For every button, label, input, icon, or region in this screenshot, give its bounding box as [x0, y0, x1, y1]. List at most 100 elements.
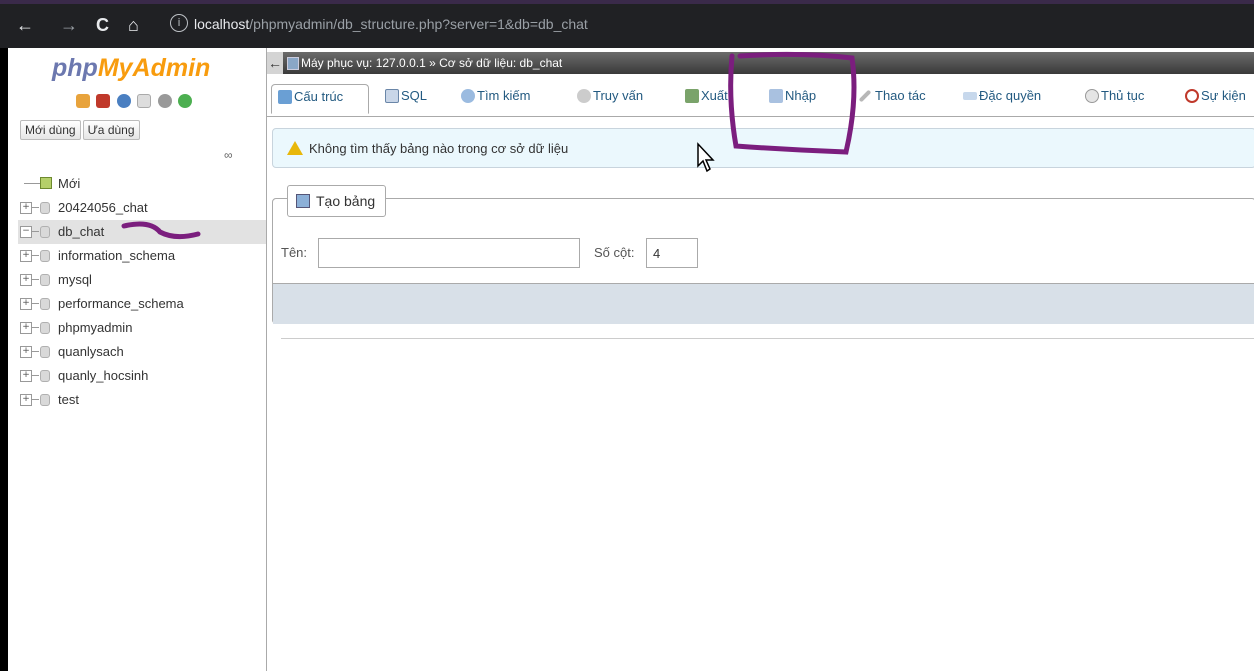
- expand-icon[interactable]: +: [20, 370, 32, 382]
- collapse-sidebar-icon[interactable]: ←: [267, 52, 283, 74]
- breadcrumb[interactable]: Máy phục vụ: 127.0.0.1 » Cơ sở dữ liệu: …: [301, 52, 562, 74]
- sql-icon: [385, 89, 399, 103]
- create-table-fieldset: Tên: Số cột: Tạo bảng: [272, 185, 1254, 324]
- tree-connector: [31, 255, 39, 256]
- help-icon[interactable]: [116, 93, 131, 108]
- main-panel: ← Máy phục vụ: 127.0.0.1 » Cơ sở dữ liệu…: [267, 48, 1254, 671]
- site-info-icon[interactable]: i: [170, 14, 188, 32]
- tree-connector: [31, 351, 39, 352]
- expand-icon[interactable]: +: [20, 274, 32, 286]
- url-text: localhost/phpmyadmin/db_structure.php?se…: [194, 14, 588, 34]
- clock-icon: [1185, 89, 1199, 103]
- gear-icon[interactable]: [157, 93, 172, 108]
- wrench-icon: [858, 89, 872, 103]
- routines-icon: [1085, 89, 1099, 103]
- tree-connector: [31, 327, 39, 328]
- expand-icon[interactable]: +: [20, 346, 32, 358]
- tab-label: Đặc quyền: [979, 88, 1042, 103]
- expand-icon[interactable]: +: [20, 322, 32, 334]
- reload-icon[interactable]: C: [96, 15, 109, 35]
- tab-label: Thủ tục: [1101, 88, 1145, 103]
- tree-item-label: information_schema: [58, 248, 176, 263]
- recent-favorite-tabs: Mới dùng Ưa dùng: [20, 120, 142, 140]
- tree-connector: [31, 399, 39, 400]
- tree-connector: [31, 375, 39, 376]
- collapse-icon[interactable]: −: [20, 226, 32, 238]
- favorite-tables-button[interactable]: Ưa dùng: [82, 120, 140, 140]
- database-icon: [40, 298, 50, 310]
- window-accent-bar: [0, 0, 1254, 4]
- tree-connector: [24, 183, 40, 184]
- database-tree: Mới + 20424056_chat − db_chat + informat…: [18, 172, 266, 412]
- tree-item-database[interactable]: + quanlysach: [18, 340, 266, 364]
- tab-sql[interactable]: SQL: [379, 84, 449, 114]
- tree-item-database-selected[interactable]: − db_chat: [18, 220, 266, 244]
- browser-toolbar: ← → C ⌂ i localhost/phpmyadmin/db_struct…: [0, 0, 1254, 48]
- table-name-input[interactable]: [318, 238, 580, 268]
- database-icon: [40, 322, 50, 334]
- tree-connector: [31, 231, 39, 232]
- recent-tables-button[interactable]: Mới dùng: [20, 120, 81, 140]
- tab-query[interactable]: Truy vấn: [571, 84, 673, 114]
- expand-icon[interactable]: +: [20, 298, 32, 310]
- reload-navigation-icon[interactable]: [178, 93, 193, 108]
- tab-routines[interactable]: Thủ tục: [1079, 84, 1171, 114]
- new-table-icon: [296, 194, 310, 208]
- tree-item-label: Mới: [58, 176, 81, 191]
- tab-structure[interactable]: Cấu trúc: [271, 84, 369, 114]
- home-icon[interactable]: ⌂: [128, 15, 139, 35]
- tree-item-label: 20424056_chat: [58, 200, 148, 215]
- tree-item-database[interactable]: + mysql: [18, 268, 266, 292]
- navigation-panel: phpMyAdmin Mới dùng Ưa dùng ∞ Mới + 20424…: [8, 48, 267, 671]
- tree-item-database[interactable]: + information_schema: [18, 244, 266, 268]
- expand-icon[interactable]: +: [20, 394, 32, 406]
- back-arrow-icon[interactable]: ←: [16, 15, 34, 35]
- notice-text: Không tìm thấy bảng nào trong cơ sở dữ l…: [309, 141, 569, 156]
- tree-item-new[interactable]: Mới: [18, 172, 266, 196]
- search-icon: [461, 89, 475, 103]
- tab-label: Truy vấn: [593, 88, 644, 103]
- notice-message: Không tìm thấy bảng nào trong cơ sở dữ l…: [272, 128, 1254, 168]
- page-frame: phpMyAdmin Mới dùng Ưa dùng ∞ Mới + 20424…: [8, 48, 1254, 671]
- warning-icon: [287, 141, 303, 155]
- tree-item-label: db_chat: [58, 224, 105, 239]
- structure-icon: [278, 90, 292, 104]
- home-icon[interactable]: [76, 93, 90, 108]
- tab-import[interactable]: Nhập: [763, 84, 841, 114]
- tab-operations[interactable]: Thao tác: [853, 84, 945, 114]
- forward-arrow-icon[interactable]: →: [60, 15, 78, 35]
- new-database-icon: [40, 177, 52, 189]
- tree-item-database[interactable]: + performance_schema: [18, 292, 266, 316]
- tab-label: Xuất: [701, 88, 728, 103]
- documentation-icon[interactable]: [137, 93, 152, 108]
- logo-php: php: [52, 54, 98, 82]
- breadcrumb-bar: ← Máy phục vụ: 127.0.0.1 » Cơ sở dữ liệu…: [267, 52, 1254, 74]
- tree-item-database[interactable]: + 20424056_chat: [18, 196, 266, 220]
- logout-icon[interactable]: [96, 93, 111, 108]
- tree-connector: [31, 207, 39, 208]
- database-icon: [40, 346, 50, 358]
- tab-events[interactable]: Sự kiện: [1179, 84, 1254, 114]
- tab-search[interactable]: Tìm kiếm: [455, 84, 565, 114]
- column-count-input[interactable]: [646, 238, 698, 268]
- phpmyadmin-logo[interactable]: phpMyAdmin: [52, 54, 210, 83]
- url-host: localhost: [194, 16, 250, 32]
- tree-item-database[interactable]: + test: [18, 388, 266, 412]
- tab-label: Nhập: [785, 88, 817, 103]
- table-name-label: Tên:: [281, 245, 308, 260]
- legend-label: Tạo bảng: [316, 193, 376, 209]
- tree-item-label: quanly_hocsinh: [58, 368, 149, 383]
- link-with-main-panel-icon[interactable]: ∞: [224, 148, 233, 162]
- tree-item-label: test: [58, 392, 79, 407]
- address-bar[interactable]: i localhost/phpmyadmin/db_structure.php?…: [160, 12, 1250, 40]
- expand-icon[interactable]: +: [20, 202, 32, 214]
- server-icon: [287, 57, 299, 70]
- database-icon: [40, 370, 50, 382]
- tab-export[interactable]: Xuất: [679, 84, 759, 114]
- export-icon: [685, 89, 699, 103]
- expand-icon[interactable]: +: [20, 250, 32, 262]
- tree-item-database[interactable]: + phpmyadmin: [18, 316, 266, 340]
- tab-privileges[interactable]: Đặc quyền: [957, 84, 1069, 114]
- create-table-legend[interactable]: Tạo bảng: [287, 185, 387, 217]
- tree-item-database[interactable]: + quanly_hocsinh: [18, 364, 266, 388]
